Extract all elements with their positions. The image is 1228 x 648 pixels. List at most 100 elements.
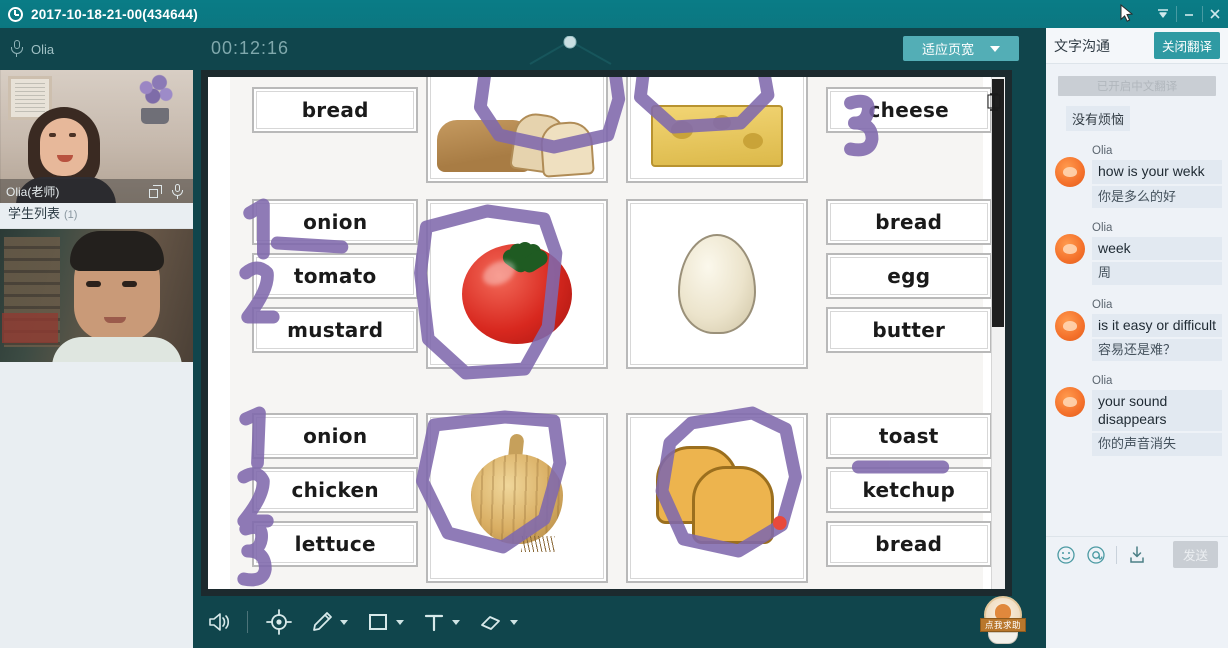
microphone-icon[interactable] [11, 40, 23, 58]
teacher-video-tile[interactable]: Olia(老师) [0, 70, 193, 203]
chat-message-translation: 你的声音消失 [1092, 433, 1222, 456]
cheese-block-image [650, 105, 783, 175]
student-list-label: 学生列表 [8, 206, 61, 221]
student-shirt [52, 337, 182, 362]
word-box[interactable]: toast [825, 413, 992, 459]
picture-box[interactable] [626, 77, 808, 183]
teacher-video-label: Olia(老师) [6, 184, 60, 199]
toast-slices-image [652, 444, 782, 552]
student-list-header[interactable]: 学生列表 (1) [0, 203, 193, 229]
word-box[interactable]: mustard [252, 307, 419, 353]
word-box[interactable]: bread [825, 521, 992, 567]
word-box[interactable]: lettuce [252, 521, 419, 567]
chevron-down-icon[interactable] [340, 619, 348, 625]
left-panel: Olia Olia(老师) 学生列表 (1) [0, 28, 193, 648]
chat-message-sender: Olia [1092, 375, 1113, 388]
worksheet: bread cheese onion tomato mustard bread … [252, 77, 992, 589]
chat-message-list[interactable]: 已开启中文翻译 没有烦恼 Olia how is your wekk 你是多么的… [1046, 64, 1228, 540]
page-seek-control[interactable] [528, 36, 613, 66]
word-box[interactable]: cheese [825, 87, 992, 133]
tomato-image [458, 228, 576, 346]
help-badge[interactable]: 点我求助 [980, 596, 1026, 646]
worksheet-row: onion chicken lettuce toast ketchup brea… [252, 413, 992, 589]
close-button[interactable] [1202, 0, 1228, 28]
chat-message: Olia week 周 [1052, 222, 1222, 285]
center-toolbar-top: 00:12:16 适应页宽 [193, 28, 1040, 70]
whiteboard-toolbar: 点我求助 [193, 596, 1040, 648]
zoom-mode-dropdown[interactable]: 适应页宽 [903, 36, 1019, 61]
picture-box[interactable] [426, 413, 608, 583]
student-eye-right [122, 281, 137, 287]
text-tool[interactable] [422, 610, 460, 634]
word-box[interactable]: egg [825, 253, 992, 299]
picture-box[interactable] [626, 199, 808, 369]
chevron-down-icon[interactable] [396, 619, 404, 625]
help-badge-label: 点我求助 [984, 620, 1021, 630]
teacher-video-overlay-bar: Olia(老师) [0, 179, 193, 203]
send-button[interactable]: 发送 [1172, 541, 1218, 568]
word-box[interactable]: chicken [252, 467, 419, 513]
local-user-name: Olia [31, 41, 55, 57]
scrollbar-thumb[interactable] [992, 79, 1004, 327]
picture-box[interactable] [426, 199, 608, 369]
chat-message-text: is it easy or difficult [1092, 313, 1222, 337]
collapse-button[interactable] [1150, 0, 1176, 28]
chevron-down-icon[interactable] [452, 619, 460, 625]
close-translation-button[interactable]: 关闭翻译 [1153, 32, 1220, 59]
text-ibeam-cursor [987, 93, 1001, 111]
avatar [1055, 233, 1085, 264]
avatar [1055, 387, 1085, 418]
chevron-down-icon[interactable] [510, 619, 518, 625]
bread-loaf-and-slices-image [437, 110, 597, 178]
title-bar: 2017-10-18-21-00(434644) [0, 0, 1228, 28]
picture-box[interactable] [426, 77, 608, 183]
chat-header: 文字沟通 关闭翻译 [1046, 28, 1228, 64]
word-column-left: onion tomato mustard [252, 199, 419, 377]
pencil-tool[interactable] [310, 610, 348, 634]
chat-message-translation: 你是多么的好 [1092, 185, 1222, 208]
mouse-pointer [1120, 3, 1134, 29]
chat-toolbar-divider [1116, 545, 1117, 564]
student-hair [70, 231, 164, 271]
app-root: 2017-10-18-21-00(434644) Olia Olia(老师) 学… [0, 0, 1228, 648]
word-box[interactable]: ketchup [825, 467, 992, 513]
window-title: 2017-10-18-21-00(434644) [31, 6, 198, 22]
rectangle-tool[interactable] [366, 610, 404, 634]
chat-plain-message: 没有烦恼 [1066, 106, 1131, 131]
wall-flower-decor [129, 74, 181, 124]
microphone-icon[interactable] [172, 183, 183, 199]
eraser-tool[interactable] [478, 610, 518, 634]
system-notice: 已开启中文翻译 [1058, 76, 1216, 96]
student-video-tile[interactable] [0, 229, 193, 362]
whiteboard-page: bread cheese onion tomato mustard bread … [230, 77, 992, 589]
word-box[interactable]: butter [825, 307, 992, 353]
whiteboard[interactable]: bread cheese onion tomato mustard bread … [201, 70, 1012, 596]
mention-icon[interactable] [1086, 545, 1106, 565]
chat-message-text: your sound disappears [1092, 390, 1222, 432]
left-panel-header: Olia [0, 28, 193, 70]
chat-input-area[interactable] [1046, 572, 1228, 648]
expand-icon[interactable] [149, 184, 162, 198]
word-box[interactable]: tomato [252, 253, 419, 299]
word-box[interactable]: onion [252, 199, 419, 245]
word-box[interactable]: bread [825, 199, 992, 245]
download-icon[interactable] [1127, 545, 1147, 565]
volume-icon[interactable] [207, 611, 233, 633]
picture-box[interactable] [626, 413, 808, 583]
chat-message-sender: Olia [1092, 145, 1113, 157]
laser-pointer-icon[interactable] [266, 609, 292, 635]
chat-toolbar: 发送 [1046, 536, 1228, 572]
word-column-right: toast ketchup bread [825, 413, 992, 589]
whiteboard-vertical-scrollbar[interactable] [991, 77, 1005, 589]
word-column-left: onion chicken lettuce [252, 413, 419, 589]
chevron-down-icon [990, 45, 1000, 52]
minimize-button[interactable] [1176, 0, 1202, 28]
student-list-count: (1) [64, 209, 78, 221]
chat-message-translation: 周 [1092, 262, 1222, 285]
emoji-icon[interactable] [1056, 545, 1076, 565]
word-box[interactable]: onion [252, 413, 419, 459]
word-box[interactable]: bread [252, 87, 419, 133]
center-panel: 00:12:16 适应页宽 bread cheese onion tomato … [193, 28, 1040, 648]
chat-plain-message-wrap: 没有烦恼 [1052, 106, 1222, 145]
pencil-icon [313, 612, 332, 631]
